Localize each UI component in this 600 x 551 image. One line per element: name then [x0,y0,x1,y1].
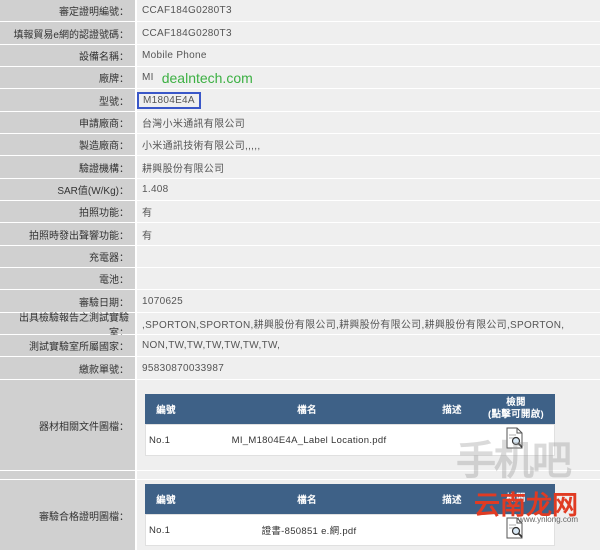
ghost-watermark: 手机吧 [456,439,572,483]
site-logo-url: www.ynlong.com [517,515,578,524]
row-value: M1804E4A [135,89,600,111]
row-value: 95830870033987 [135,357,600,379]
row-value: CCAF184G0280T3 [135,0,600,21]
info-row: 拍照時發出聲響功能： 有 [0,223,600,246]
row-value: CCAF184G0280T3 [135,22,600,44]
row-value: 台灣小米通訊有限公司 [135,112,600,133]
row-value-text: 有 [142,230,153,242]
info-row: 拍照功能： 有 [0,201,600,223]
info-row: 申請廠商： 台灣小米通訊有限公司 [0,112,600,134]
row-value: 1070625 [135,290,600,312]
row-value-text: 台灣小米通訊有限公司 [142,119,245,130]
row-value-text: Mobile Phone [142,50,207,61]
row-value-text: 耕興股份有限公司 [142,163,225,175]
row-label: 製造廠商： [0,134,135,155]
row-value: Mobile Phone [135,45,600,66]
header-filename: 檔名 [297,405,317,416]
row-label: 設備名稱： [0,45,135,66]
row-label: 電池： [0,268,135,289]
row-value-text: 小米通訊技術有限公司,,,,, [142,141,261,152]
info-row: 繳款單號： 95830870033987 [0,357,600,380]
header-description: 描述 [442,495,462,506]
header-number: 編號 [156,495,176,506]
row-value: 小米通訊技術有限公司,,,,, [135,134,600,155]
row-label: 填報貿易e網的認證號碼： [0,22,135,44]
watermark-text: dealntech.com [161,69,253,86]
row-label: 器材相關文件圖檔： [0,380,135,470]
info-row: 充電器： [0,246,600,268]
info-row: 填報貿易e網的認證號碼： CCAF184G0280T3 [0,22,600,45]
header-view-label: 檢閱 [506,397,526,408]
row-label: 廠牌： [0,67,135,88]
row-value: 有 [135,223,600,245]
row-value: NON,TW,TW,TW,TW,TW,TW, [135,335,600,356]
row-value-text: CCAF184G0280T3 [142,27,232,39]
row-label: 出具檢驗報告之測試實驗室： [0,313,135,339]
doc-number: No.1 [149,524,171,536]
info-row: 電池： [0,268,600,290]
doc-filename[interactable]: MI_M1804E4A_Label Location.pdf [190,435,427,446]
row-label: 申請廠商： [0,112,135,133]
row-value-text: 有 [142,208,153,219]
row-label: 型號： [0,89,135,111]
spacer-label [0,471,135,479]
doc-filename[interactable]: 證書-850851 e.網.pdf [190,523,427,537]
model-highlight: M1804E4A [137,91,201,109]
row-value-text: ,SPORTON,SPORTON,耕興股份有限公司,耕興股份有限公司,耕興股份有… [142,320,565,331]
row-label: 充電器： [0,246,135,267]
info-row: 驗證機構： 耕興股份有限公司 [0,156,600,179]
row-label: 審定證明編號： [0,0,135,21]
info-row: 製造廠商： 小米通訊技術有限公司,,,,, [0,134,600,156]
header-view: 檢閱 (點擊可開啟) [477,397,555,421]
row-value: 有 [135,201,600,222]
row-value-text: 1070625 [142,295,184,307]
header-view-hint: (點擊可開啟) [488,409,544,420]
info-row: 型號： M1804E4A [0,89,600,112]
info-row: SAR值(W/Kg)： 1.408 [0,179,600,201]
row-label: 拍照時發出聲響功能： [0,223,135,245]
row-value-text: 95830870033987 [142,362,225,374]
row-label: 繳款單號： [0,357,135,379]
info-row: 審定證明編號： CCAF184G0280T3 [0,0,600,22]
row-value [135,246,600,267]
row-label: SAR值(W/Kg)： [0,179,135,200]
docs-table-header: 編號 檔名 描述 檢閱 (點擊可開啟) [145,394,555,424]
row-label: 驗證機構： [0,156,135,178]
doc-number: No.1 [149,434,171,446]
info-row: 出具檢驗報告之測試實驗室： ,SPORTON,SPORTON,耕興股份有限公司,耕… [0,313,600,339]
row-value-text: 1.408 [142,184,169,195]
row-value: MI dealntech.com [135,67,600,88]
row-value: ,SPORTON,SPORTON,耕興股份有限公司,耕興股份有限公司,耕興股份有… [135,313,600,334]
row-label: 審驗合格證明圖檔： [0,480,135,550]
row-value-text: MI [142,72,154,83]
row-label: 拍照功能： [0,201,135,222]
header-number: 編號 [156,405,176,416]
row-value-text: NON,TW,TW,TW,TW,TW,TW, [142,340,281,351]
row-value: 1.408 [135,179,600,200]
row-value [135,268,600,289]
info-row: 廠牌： MI dealntech.com [0,67,600,89]
info-row: 測試實驗室所屬國家： NON,TW,TW,TW,TW,TW,TW, [0,335,600,357]
header-filename: 檔名 [297,495,317,506]
info-row: 設備名稱： Mobile Phone [0,45,600,67]
header-description: 描述 [442,405,462,416]
row-label: 測試實驗室所屬國家： [0,335,135,356]
row-value-text: CCAF184G0280T3 [142,5,232,16]
row-value: 耕興股份有限公司 [135,156,600,178]
